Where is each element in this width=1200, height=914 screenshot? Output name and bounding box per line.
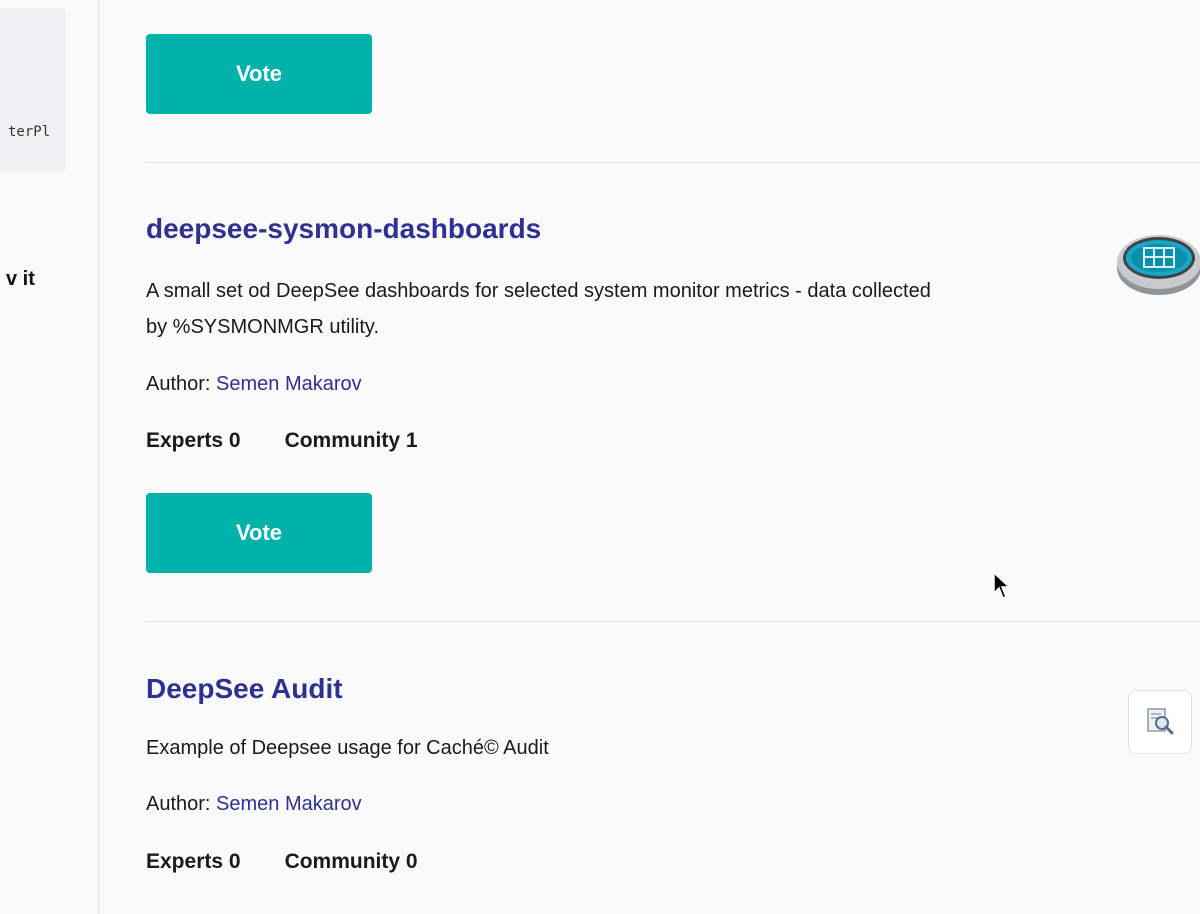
app-title-link[interactable]: deepsee-sysmon-dashboards: [146, 213, 541, 245]
app-description: A small set od DeepSee dashboards for se…: [146, 280, 931, 338]
vote-button[interactable]: Vote: [146, 493, 372, 573]
mouse-cursor-icon: [993, 571, 1011, 605]
code-snippet: terPl: [8, 124, 51, 140]
app-title-link[interactable]: DeepSee Audit: [146, 673, 343, 705]
left-panel: terPl v it: [0, 0, 99, 914]
audit-magnifier-icon: [1128, 690, 1192, 754]
database-dashboard-icon: [1116, 224, 1200, 305]
community-count: Community 0: [284, 850, 418, 873]
experts-count: Experts 0: [146, 850, 241, 873]
left-panel-text-fragment: v it: [6, 268, 35, 290]
author-prefix: Author:: [146, 793, 217, 815]
experts-count: Experts 0: [146, 429, 241, 452]
code-card: [0, 8, 66, 172]
app-list: Vote deepsee-sysmon-dashboards A small s…: [146, 0, 1200, 914]
author-prefix: Author:: [146, 373, 217, 395]
author-line: Author: Semen Makarov: [146, 793, 362, 816]
author-link[interactable]: Semen Makarov: [216, 373, 362, 395]
author-line: Author: Semen Makarov: [146, 373, 362, 396]
vote-button[interactable]: Vote: [146, 34, 372, 114]
vote-stats: Experts 0 Community 0: [146, 850, 418, 874]
item-divider: [146, 621, 1200, 622]
author-link[interactable]: Semen Makarov: [216, 793, 362, 815]
vote-stats: Experts 0 Community 1: [146, 429, 418, 453]
community-count: Community 1: [284, 429, 418, 452]
item-divider: [146, 162, 1200, 163]
app-description: Example of Deepsee usage for Caché© Audi…: [146, 737, 549, 759]
